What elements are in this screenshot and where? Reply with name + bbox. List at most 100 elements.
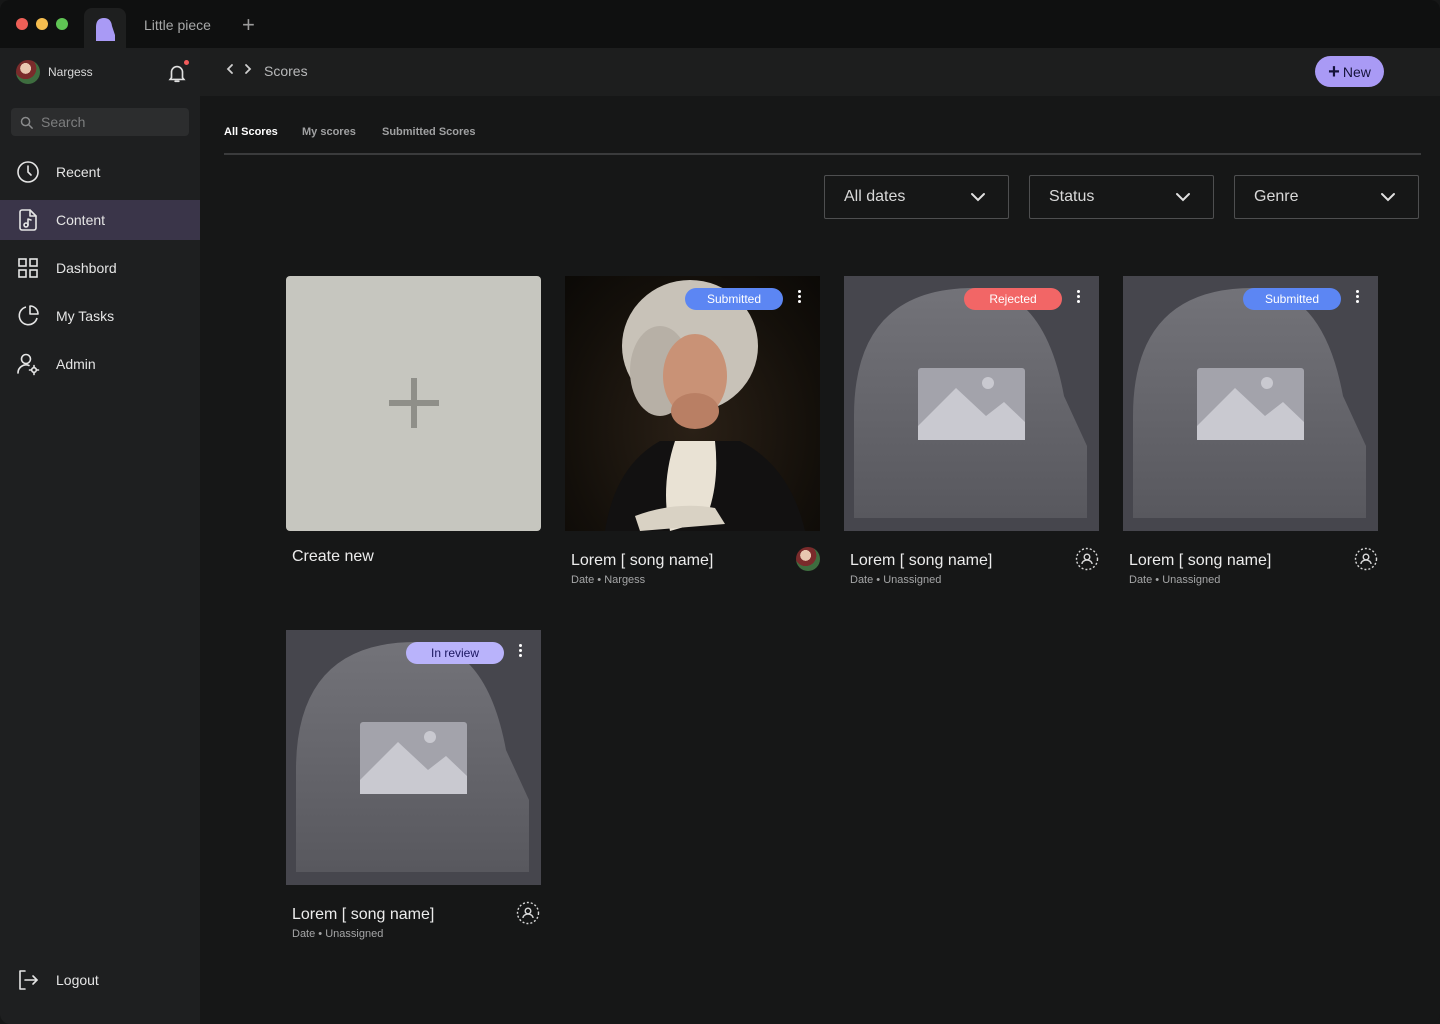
app-logo-icon xyxy=(96,18,115,41)
status-filter-label: Status xyxy=(1049,188,1095,205)
chevron-down-icon xyxy=(1176,193,1190,202)
piano-placeholder-image xyxy=(854,288,1087,518)
history-navigation xyxy=(224,62,254,76)
breadcrumb[interactable]: Scores xyxy=(264,63,308,79)
logout-label: Logout xyxy=(56,972,99,988)
create-new-card[interactable]: Create new xyxy=(286,276,541,576)
music-file-icon xyxy=(19,209,37,231)
score-assignee: Unassigned xyxy=(1162,574,1221,586)
score-title[interactable]: Lorem [ song name] xyxy=(850,552,992,570)
score-meta: Date • Unassigned xyxy=(850,574,942,586)
document-tab[interactable]: Little piece xyxy=(144,17,211,33)
sidebar-item-my-tasks[interactable]: My Tasks xyxy=(0,296,200,336)
score-meta: Date • Unassigned xyxy=(292,928,384,940)
maximize-window-button[interactable] xyxy=(56,18,68,30)
score-title[interactable]: Lorem [ song name] xyxy=(292,906,434,924)
bell-icon[interactable] xyxy=(166,62,188,84)
score-card[interactable]: Submitted Lorem [ song name] Date • Unas… xyxy=(1123,276,1378,596)
sidebar: Nargess Recent Content xyxy=(0,48,200,1024)
status-badge: Submitted xyxy=(685,288,783,310)
tab-submitted-scores[interactable]: Submitted Scores xyxy=(382,126,476,138)
app-home-tab[interactable] xyxy=(84,8,126,48)
user-settings-icon xyxy=(17,353,40,376)
sidebar-item-admin[interactable]: Admin xyxy=(0,344,200,384)
status-filter-dropdown[interactable]: Status xyxy=(1029,175,1214,219)
sidebar-item-dashboard[interactable]: Dashbord xyxy=(0,248,200,288)
status-badge: In review xyxy=(406,642,504,664)
score-card[interactable]: In review Lorem [ song name] Date • Unas… xyxy=(286,630,541,950)
score-thumbnail[interactable]: Submitted xyxy=(565,276,820,531)
logout-button[interactable]: Logout xyxy=(0,960,200,1000)
plus-icon xyxy=(389,378,439,428)
genre-filter-dropdown[interactable]: Genre xyxy=(1234,175,1419,219)
score-title[interactable]: Lorem [ song name] xyxy=(1129,552,1271,570)
more-options-icon[interactable] xyxy=(1077,290,1081,305)
tab-all-scores[interactable]: All Scores xyxy=(224,126,278,138)
search-box[interactable] xyxy=(11,108,189,136)
unassigned-user-icon[interactable] xyxy=(516,901,540,925)
sidebar-item-recent[interactable]: Recent xyxy=(0,152,200,192)
add-tab-button[interactable]: + xyxy=(242,14,255,36)
chevron-down-icon xyxy=(971,193,985,202)
more-options-icon[interactable] xyxy=(1356,290,1360,305)
score-tabs: All Scores My scores Submitted Scores xyxy=(224,124,1421,155)
chevron-right-icon[interactable] xyxy=(242,62,254,76)
sidebar-item-content[interactable]: Content xyxy=(0,200,200,240)
pie-chart-icon xyxy=(18,305,39,326)
avatar xyxy=(16,60,40,84)
avatar[interactable] xyxy=(796,547,820,571)
minimize-window-button[interactable] xyxy=(36,18,48,30)
logout-icon xyxy=(19,970,38,990)
more-options-icon[interactable] xyxy=(519,644,523,659)
piano-placeholder-image xyxy=(1133,288,1366,518)
date-filter-label: All dates xyxy=(844,188,906,205)
new-button-label: New xyxy=(1342,63,1371,80)
clock-icon xyxy=(17,161,39,183)
search-input[interactable] xyxy=(41,114,181,130)
user-name: Nargess xyxy=(48,65,93,79)
more-options-icon[interactable] xyxy=(798,290,802,305)
score-date: Date xyxy=(850,574,874,586)
score-title[interactable]: Lorem [ song name] xyxy=(571,552,713,570)
status-badge: Submitted xyxy=(1243,288,1341,310)
genre-filter-label: Genre xyxy=(1254,188,1299,205)
sidebar-item-label: Dashbord xyxy=(56,260,117,276)
score-meta: Date • Nargess xyxy=(571,574,646,586)
top-header: Scores + New xyxy=(200,48,1440,96)
score-date: Date xyxy=(1129,574,1153,586)
sidebar-item-label: My Tasks xyxy=(56,308,115,324)
score-thumbnail[interactable]: Rejected xyxy=(844,276,1099,531)
new-score-button[interactable]: + New xyxy=(1315,56,1384,87)
user-profile[interactable]: Nargess xyxy=(16,60,93,84)
score-thumbnail[interactable]: In review xyxy=(286,630,541,885)
chevron-left-icon[interactable] xyxy=(224,62,236,76)
score-assignee: Unassigned xyxy=(325,928,384,940)
status-badge: Rejected xyxy=(964,288,1062,310)
close-window-button[interactable] xyxy=(16,18,28,30)
sidebar-item-label: Admin xyxy=(56,356,96,372)
score-assignee: Nargess xyxy=(604,574,646,586)
chevron-down-icon xyxy=(1381,193,1395,202)
unassigned-user-icon[interactable] xyxy=(1075,547,1099,571)
score-card[interactable]: Rejected Lorem [ song name] Date • Unass… xyxy=(844,276,1099,596)
title-bar: Little piece + xyxy=(0,0,1440,48)
score-date: Date xyxy=(571,574,595,586)
create-new-tile[interactable] xyxy=(286,276,541,531)
date-filter-dropdown[interactable]: All dates xyxy=(824,175,1009,219)
tab-my-scores[interactable]: My scores xyxy=(302,126,356,138)
score-assignee: Unassigned xyxy=(883,574,942,586)
piano-placeholder-image xyxy=(296,642,529,872)
sidebar-item-label: Content xyxy=(56,212,106,228)
app-window: Little piece + Nargess Recent xyxy=(0,0,1440,1024)
grid-icon xyxy=(18,258,38,278)
sidebar-item-label: Recent xyxy=(56,164,101,180)
unassigned-user-icon[interactable] xyxy=(1354,547,1378,571)
score-card[interactable]: Submitted Lorem [ song name] Date • Narg… xyxy=(565,276,820,596)
notification-dot xyxy=(184,60,189,65)
create-new-label: Create new xyxy=(292,548,374,565)
composer-portrait-image xyxy=(605,280,805,531)
search-icon xyxy=(20,116,33,129)
score-date: Date xyxy=(292,928,316,940)
score-meta: Date • Unassigned xyxy=(1129,574,1221,586)
score-thumbnail[interactable]: Submitted xyxy=(1123,276,1378,531)
